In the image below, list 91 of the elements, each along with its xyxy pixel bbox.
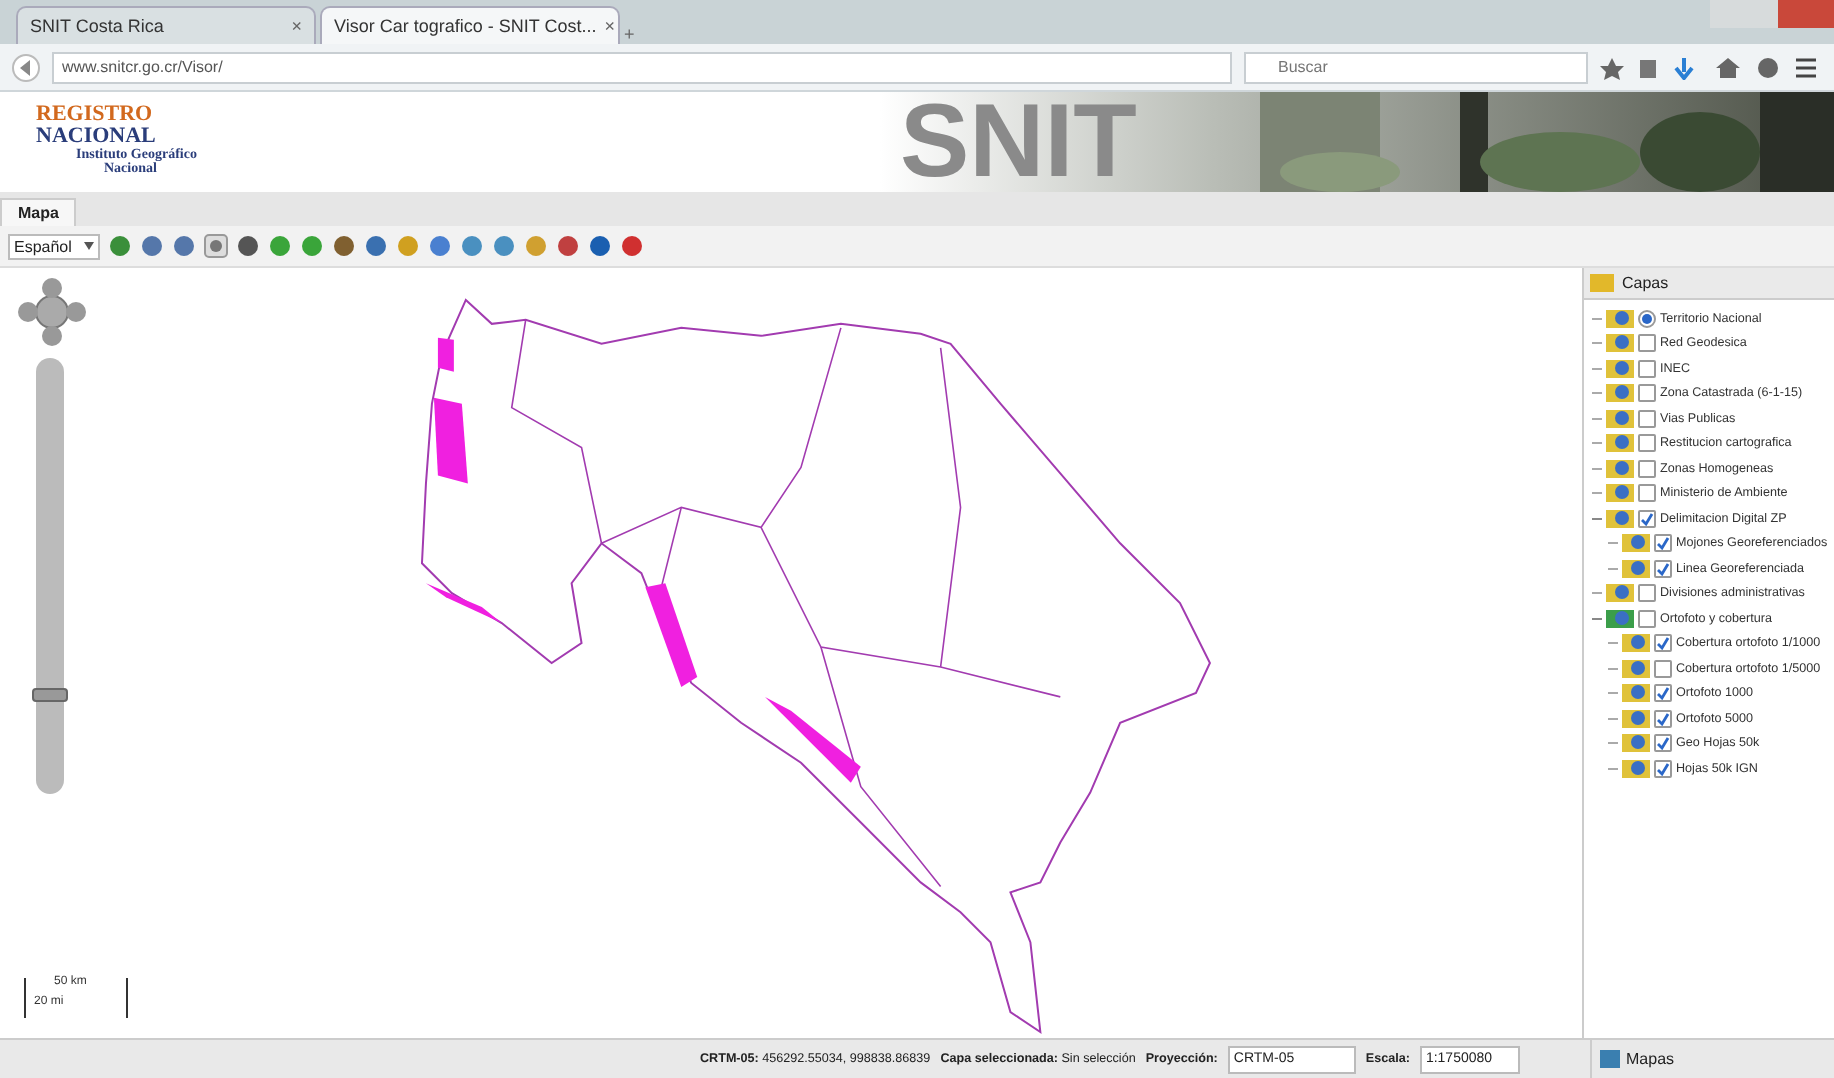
tool-icon[interactable] <box>428 234 452 258</box>
checkbox[interactable] <box>1638 434 1656 453</box>
checkbox[interactable] <box>1654 759 1672 778</box>
checkbox[interactable] <box>1638 509 1656 528</box>
checkbox[interactable] <box>1654 709 1672 728</box>
tree-connector-icon <box>1592 492 1602 495</box>
tool-icon[interactable] <box>588 234 612 258</box>
layer-icon <box>1606 457 1634 480</box>
tree-connector-icon <box>1592 442 1602 445</box>
tool-icon[interactable] <box>492 234 516 258</box>
search-field[interactable]: Buscar <box>1244 51 1588 83</box>
layer-icon <box>1606 507 1634 530</box>
checkbox[interactable] <box>1654 684 1672 703</box>
radio-button[interactable] <box>1638 309 1656 328</box>
tree-connector-icon <box>1608 567 1618 570</box>
checkbox[interactable] <box>1654 559 1672 578</box>
maps-tab[interactable]: Mapas <box>1590 1040 1834 1078</box>
tree-connector-icon <box>1592 392 1602 395</box>
layer-icon <box>1622 682 1650 705</box>
layer-icon <box>1606 307 1634 330</box>
tree-connector-icon <box>1592 342 1602 345</box>
tool-icon[interactable] <box>364 234 388 258</box>
banner-title: SNIT <box>900 92 1137 192</box>
checkbox[interactable] <box>1638 409 1656 428</box>
tool-icon[interactable] <box>556 234 580 258</box>
tree-connector-icon <box>1608 767 1618 770</box>
dropdown-arrow-icon <box>84 242 94 250</box>
layer-icon <box>1606 432 1634 455</box>
layer-icon <box>1622 707 1650 730</box>
checkbox[interactable] <box>1654 659 1672 678</box>
panel-title: Capas <box>1622 274 1669 292</box>
tool-icon[interactable] <box>108 234 132 258</box>
checkbox[interactable] <box>1654 634 1672 653</box>
layer-icon <box>1622 532 1650 555</box>
tree-connector-icon <box>1592 367 1602 370</box>
checkbox[interactable] <box>1654 734 1672 753</box>
tree-connector-icon <box>1608 742 1618 745</box>
checkbox[interactable] <box>1638 334 1656 353</box>
folder-icon <box>1590 274 1614 292</box>
tool-icon[interactable] <box>460 234 484 258</box>
browser-tab[interactable]: Visor Car tografico - SNIT Cost... × <box>320 6 620 44</box>
checkbox[interactable] <box>1654 534 1672 553</box>
tree-connector-icon <box>1608 667 1618 670</box>
tree-connector-icon <box>1608 717 1618 720</box>
tree-connector-icon <box>1608 642 1618 645</box>
tree-connector-icon <box>1592 317 1602 320</box>
tree-connector-icon <box>1592 417 1602 420</box>
layer-icon <box>1606 407 1634 430</box>
tool-icon[interactable] <box>236 234 260 258</box>
browser-tab[interactable]: SNIT Costa Rica × <box>16 6 316 44</box>
tree-connector-icon <box>1608 542 1618 545</box>
layer-icon <box>1606 332 1634 355</box>
tab[interactable]: Mapa <box>0 198 77 226</box>
checkbox[interactable] <box>1638 459 1656 478</box>
address-bar[interactable]: www.snitcr.go.cr/Visor/ <box>52 51 1232 83</box>
pan-control-icon[interactable] <box>18 278 86 346</box>
tool-icon[interactable] <box>620 234 644 258</box>
checkbox[interactable] <box>1638 584 1656 603</box>
language-select[interactable]: Español <box>8 233 100 259</box>
zoom-slider[interactable] <box>36 358 64 794</box>
close-tab-button[interactable]: × <box>291 16 302 36</box>
back-icon[interactable] <box>12 53 40 81</box>
collapse-icon[interactable] <box>1592 513 1602 524</box>
tree-connector-icon <box>1608 692 1618 695</box>
layer-icon <box>1606 582 1634 605</box>
layer-icon <box>1622 557 1650 580</box>
layer-icon <box>1606 607 1634 630</box>
layer-icon <box>1606 382 1634 405</box>
tree-connector-icon <box>1592 467 1602 470</box>
checkbox[interactable] <box>1638 609 1656 628</box>
layer-icon <box>1622 632 1650 655</box>
tool-icon[interactable] <box>204 234 228 258</box>
tool-icon[interactable] <box>332 234 356 258</box>
layer-icon <box>1622 657 1650 680</box>
layer-icon <box>1606 482 1634 505</box>
tool-icon[interactable] <box>300 234 324 258</box>
layer-icon <box>1622 732 1650 755</box>
close-tab-button[interactable]: × <box>604 16 615 36</box>
new-tab-button[interactable]: + <box>624 24 635 44</box>
zoom-slider-thumb[interactable] <box>32 687 68 702</box>
layer-icon <box>1606 357 1634 380</box>
collapse-icon[interactable] <box>1592 613 1602 624</box>
checkbox[interactable] <box>1638 484 1656 503</box>
tool-icon[interactable] <box>172 234 196 258</box>
checkbox[interactable] <box>1638 384 1656 403</box>
tool-icon[interactable] <box>140 234 164 258</box>
layer-icon <box>1622 757 1650 780</box>
checkbox[interactable] <box>1638 359 1656 378</box>
toolbar-icons-drawing[interactable] <box>1600 55 1820 79</box>
tree-connector-icon <box>1592 592 1602 595</box>
tool-icon[interactable] <box>268 234 292 258</box>
